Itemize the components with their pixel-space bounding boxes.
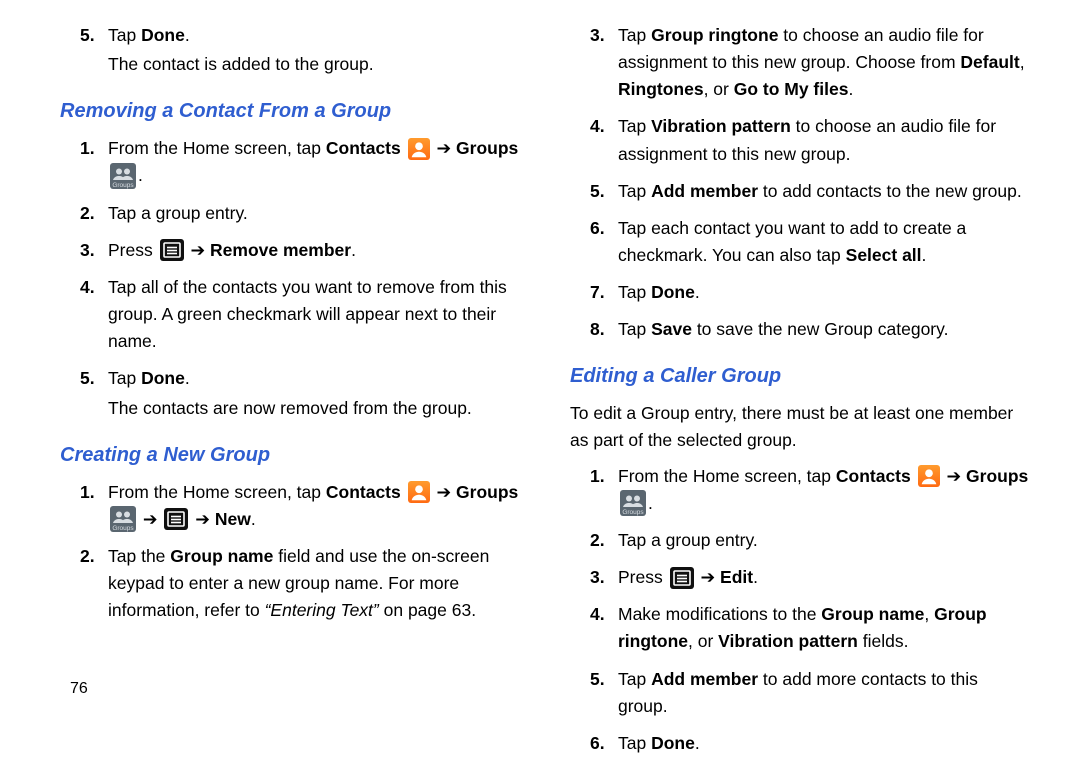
manual-page: Tap Done. The contact is added to the gr… <box>0 0 1080 777</box>
right-column: Tap Group ringtone to choose an audio fi… <box>570 18 1030 767</box>
steps-creating-cont: Tap Group ringtone to choose an audio fi… <box>570 22 1030 343</box>
prev-section-tail: Tap Done. The contact is added to the gr… <box>60 22 520 78</box>
step: From the Home screen, tap Contacts ➔ Gro… <box>60 135 520 190</box>
step: Tap a group entry. <box>570 527 1030 554</box>
menu-icon <box>164 508 188 530</box>
contacts-icon <box>408 481 430 503</box>
step: Press ➔ Remove member. <box>60 237 520 264</box>
steps-removing: From the Home screen, tap Contacts ➔ Gro… <box>60 135 520 421</box>
step: Tap Done. The contacts are now removed f… <box>60 365 520 421</box>
menu-icon <box>160 239 184 261</box>
step: Tap Add member to add more contacts to t… <box>570 666 1030 720</box>
groups-icon <box>110 506 136 532</box>
step: From the Home screen, tap Contacts ➔ Gro… <box>570 463 1030 518</box>
step: Tap Save to save the new Group category. <box>570 316 1030 343</box>
contacts-icon <box>918 465 940 487</box>
step-result: The contact is added to the group. <box>108 51 520 78</box>
step: Tap Done. The contact is added to the gr… <box>60 22 520 78</box>
step: Tap all of the contacts you want to remo… <box>60 274 520 355</box>
page-number: 76 <box>70 677 88 702</box>
groups-icon <box>620 490 646 516</box>
editing-intro: To edit a Group entry, there must be at … <box>570 400 1030 454</box>
left-column: Tap Done. The contact is added to the gr… <box>60 18 520 767</box>
step: Make modifications to the Group name, Gr… <box>570 601 1030 655</box>
step: Tap Group ringtone to choose an audio fi… <box>570 22 1030 103</box>
contacts-icon <box>408 138 430 160</box>
step: Tap Vibration pattern to choose an audio… <box>570 113 1030 167</box>
step: Tap Done. <box>570 279 1030 306</box>
step: Tap the Group name field and use the on-… <box>60 543 520 624</box>
steps-creating: From the Home screen, tap Contacts ➔ Gro… <box>60 479 520 625</box>
step: Tap a group entry. <box>60 200 520 227</box>
groups-icon <box>110 163 136 189</box>
menu-icon <box>670 567 694 589</box>
heading-creating-group: Creating a New Group <box>60 440 520 471</box>
step-result: The contacts are now removed from the gr… <box>108 395 520 422</box>
step: Tap each contact you want to add to crea… <box>570 215 1030 269</box>
step: Tap Add member to add contacts to the ne… <box>570 178 1030 205</box>
step: From the Home screen, tap Contacts ➔ Gro… <box>60 479 520 534</box>
heading-editing-group: Editing a Caller Group <box>570 361 1030 392</box>
step: Tap Done. <box>570 730 1030 757</box>
heading-removing-contact: Removing a Contact From a Group <box>60 96 520 127</box>
step: Press ➔ Edit. <box>570 564 1030 591</box>
steps-editing: From the Home screen, tap Contacts ➔ Gro… <box>570 463 1030 757</box>
